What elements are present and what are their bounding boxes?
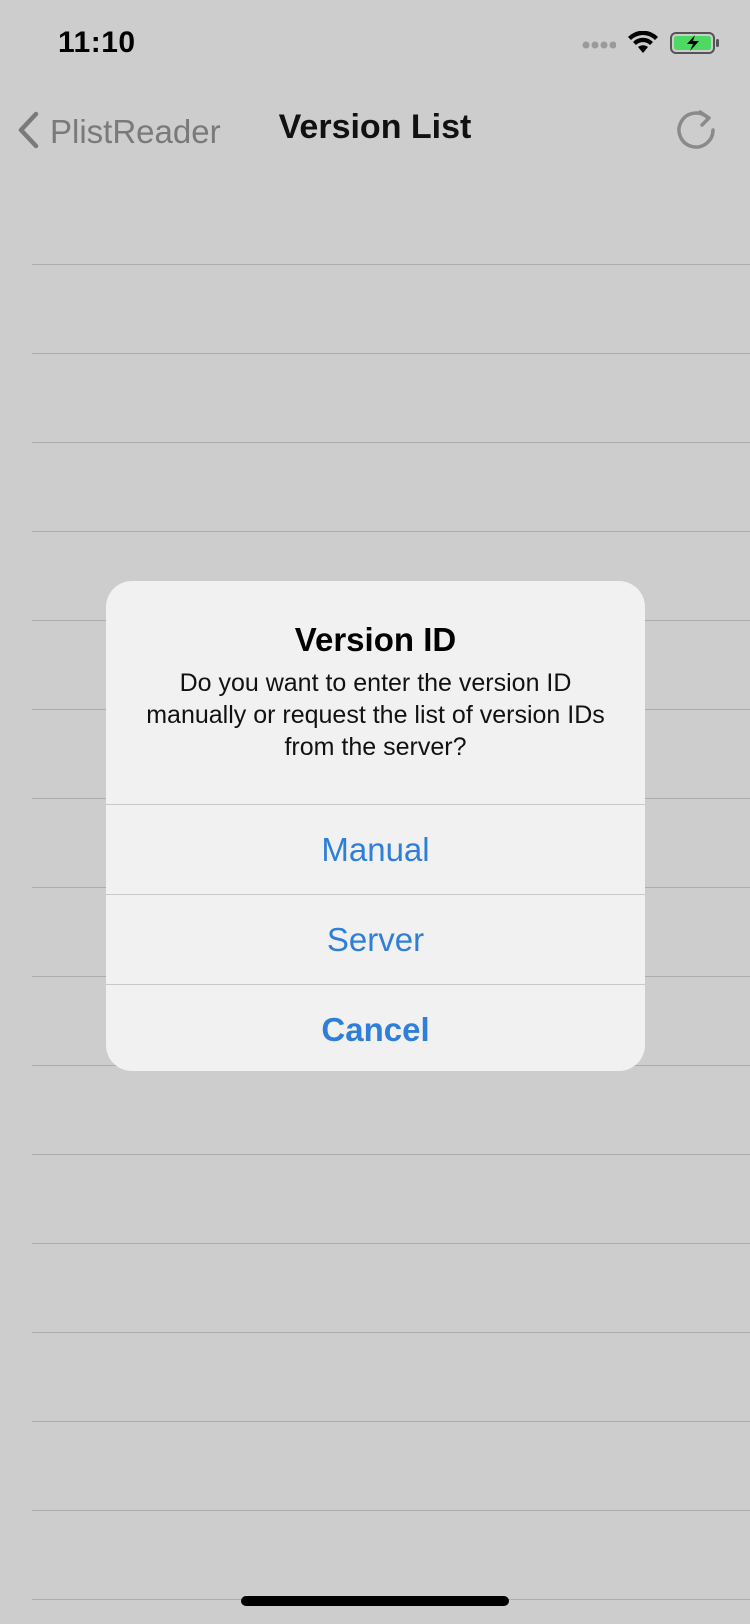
status-icons bbox=[582, 30, 720, 60]
list-row bbox=[32, 1155, 750, 1244]
list-row bbox=[32, 1422, 750, 1511]
page-title: Version List bbox=[278, 108, 472, 146]
navigation-bar: PlistReader Version List bbox=[0, 88, 750, 176]
list-row bbox=[32, 265, 750, 354]
alert-body: Version ID Do you want to enter the vers… bbox=[106, 581, 645, 804]
server-button[interactable]: Server bbox=[106, 894, 645, 984]
battery-charging-icon bbox=[670, 31, 720, 60]
list-row bbox=[32, 443, 750, 532]
alert-message: Do you want to enter the version ID manu… bbox=[146, 669, 605, 761]
list-row bbox=[32, 1333, 750, 1422]
status-time: 11:10 bbox=[58, 26, 136, 59]
cellular-signal-icon bbox=[582, 36, 617, 54]
refresh-icon bbox=[672, 110, 720, 158]
list-row bbox=[32, 1066, 750, 1155]
status-bar: 11:10 bbox=[0, 0, 750, 88]
wifi-icon bbox=[628, 30, 658, 60]
list-row bbox=[32, 1244, 750, 1333]
list-row bbox=[32, 354, 750, 443]
version-id-alert: Version ID Do you want to enter the vers… bbox=[106, 581, 645, 1071]
refresh-button[interactable] bbox=[672, 106, 720, 154]
alert-title: Version ID bbox=[294, 621, 457, 658]
home-indicator[interactable] bbox=[241, 1596, 509, 1606]
list-row bbox=[32, 1511, 750, 1600]
cancel-button[interactable]: Cancel bbox=[106, 984, 645, 1071]
manual-button[interactable]: Manual bbox=[106, 804, 645, 894]
list-row bbox=[32, 176, 750, 265]
